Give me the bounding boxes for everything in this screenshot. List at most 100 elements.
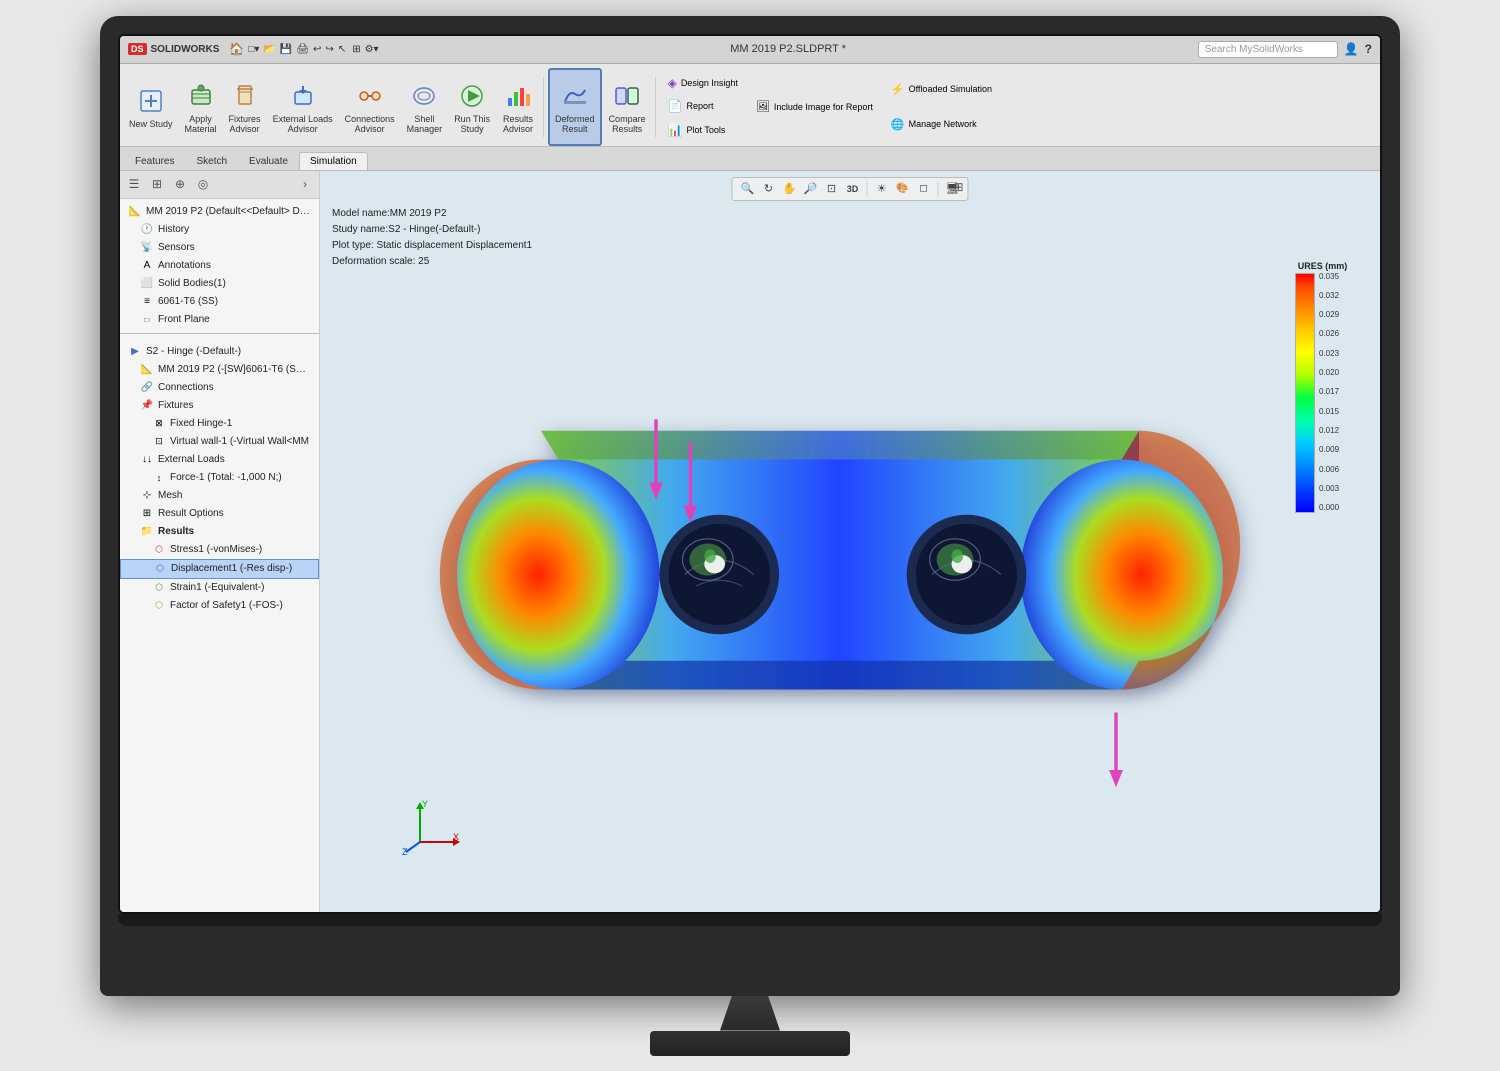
compare-results-icon (611, 80, 643, 112)
manage-network-label: Manage Network (909, 119, 977, 129)
home-icon[interactable]: 🏠 (229, 42, 244, 56)
tree-item-front-plane[interactable]: ▭ Front Plane (120, 311, 319, 329)
tab-simulation[interactable]: Simulation (299, 152, 368, 170)
tab-evaluate[interactable]: Evaluate (238, 152, 299, 170)
ribbon-main: New Study (120, 64, 1380, 146)
tree-label-displacement: Displacement1 (-Res disp-) (171, 563, 292, 574)
viewport[interactable]: 🔍 ↻ ✋ 🔎 ⊡ 3D ☀ 🎨 ◻ 🖥 ⊞ (320, 171, 1380, 912)
force-tree-icon: ↕ (152, 471, 166, 485)
tree-item-history[interactable]: 🕐 History (120, 221, 319, 239)
tree-item-fixtures[interactable]: 📌 Fixtures (120, 397, 319, 415)
report-button[interactable]: 📄 Report (664, 97, 742, 115)
tree-item-sensors[interactable]: 📡 Sensors (120, 239, 319, 257)
vp-fit-btn[interactable]: ⊡ (823, 180, 841, 198)
monitor-outer: DS SOLIDWORKS 🏠 □▾ 📂 💾 🖨 ↩ ↪ ↖ ⊞ ⚙▾ MM (100, 16, 1400, 996)
tree-item-fos[interactable]: ⬡ Factor of Safety1 (-FOS-) (120, 597, 319, 615)
tree-item-part[interactable]: 📐 MM 2019 P2 (-[SW]6061-T6 (SS)-) (120, 361, 319, 379)
connections-advisor-button[interactable]: ConnectionsAdvisor (340, 68, 400, 146)
offloaded-sim-icon: ⚡ (891, 83, 905, 96)
results-advisor-icon (502, 80, 534, 112)
vp-pan-btn[interactable]: ✋ (781, 180, 799, 198)
panel-list-view-btn[interactable]: ☰ (124, 174, 144, 194)
vp-sep (867, 182, 868, 196)
open-icon[interactable]: 📂 (263, 44, 275, 55)
print-icon[interactable]: 🖨 (296, 44, 309, 55)
tree-item-model[interactable]: 📐 MM 2019 P2 (Default<<Default> Disp (120, 203, 319, 221)
plane-icon: ▭ (140, 313, 154, 327)
part2-icon: 📐 (140, 363, 154, 377)
compare-results-button[interactable]: CompareResults (604, 68, 651, 146)
viewport-toolbar: 🔍 ↻ ✋ 🔎 ⊡ 3D ☀ 🎨 ◻ 🖥 ⊞ (732, 177, 969, 201)
model-name: Model name:MM 2019 P2 (332, 206, 532, 222)
tree-item-strain[interactable]: ⬡ Strain1 (-Equivalent-) (120, 579, 319, 597)
include-image-label: Include Image for Report (774, 102, 873, 112)
new-study-label: New Study (129, 119, 173, 129)
save-icon[interactable]: 💾 (280, 44, 292, 55)
search-box[interactable]: Search MySolidWorks (1198, 41, 1338, 58)
tree-item-force[interactable]: ↕ Force-1 (Total: -1,000 N;) (120, 469, 319, 487)
vp-expand-btn[interactable]: ⊞ (953, 180, 963, 194)
tree-panel: 📐 MM 2019 P2 (Default<<Default> Disp 🕐 H… (120, 199, 319, 912)
shell-manager-button[interactable]: ShellManager (402, 68, 448, 146)
tree-item-study[interactable]: ▶ S2 - Hinge (-Default-) (120, 343, 319, 361)
panel-target-btn[interactable]: ◎ (193, 174, 213, 194)
tree-item-stress[interactable]: ⬡ Stress1 (-vonMises-) (120, 541, 319, 559)
tab-sketch[interactable]: Sketch (185, 152, 238, 170)
new-study-button[interactable]: New Study (124, 68, 178, 146)
vp-light-btn[interactable]: ☀ (873, 180, 891, 198)
shell-manager-icon (408, 80, 440, 112)
tree-item-mesh[interactable]: ⊹ Mesh (120, 487, 319, 505)
undo-icon[interactable]: ↩ (313, 44, 321, 55)
design-insight-button[interactable]: ◈ Design Insight (664, 74, 742, 92)
vp-color-btn[interactable]: 🎨 (894, 180, 912, 198)
vp-zoom-btn[interactable]: 🔎 (802, 180, 820, 198)
help-icon[interactable]: ? (1365, 42, 1372, 56)
vp-rotate-btn[interactable]: ↻ (760, 180, 778, 198)
panel-toolbar: ☰ ⊞ ⊕ ◎ › (120, 171, 319, 199)
result-options-tree-icon: ⊞ (140, 507, 154, 521)
displacement-tree-icon: ⬡ (153, 562, 167, 576)
user-icon[interactable]: 👤 (1344, 42, 1359, 56)
run-study-button[interactable]: Run ThisStudy (449, 68, 495, 146)
grid-icon[interactable]: ⊞ (352, 44, 360, 55)
plot-tools-button[interactable]: 📊 Plot Tools (664, 121, 742, 139)
vp-search-btn[interactable]: 🔍 (739, 180, 757, 198)
settings-icon[interactable]: ⚙▾ (365, 44, 379, 55)
tree-item-virtual-wall[interactable]: ⊡ Virtual wall-1 (-Virtual Wall<MM (120, 433, 319, 451)
tree-item-displacement[interactable]: ⬡ Displacement1 (-Res disp-) (120, 559, 319, 579)
results-advisor-button[interactable]: ResultsAdvisor (497, 68, 539, 146)
legend-gradient (1295, 273, 1315, 513)
tree-item-fixed-hinge[interactable]: ⊠ Fixed Hinge-1 (120, 415, 319, 433)
tree-item-result-options[interactable]: ⊞ Result Options (120, 505, 319, 523)
manage-network-button[interactable]: 🌐 Manage Network (887, 116, 996, 133)
new-icon[interactable]: □▾ (248, 44, 259, 55)
tree-item-external-loads[interactable]: ↓↓ External Loads (120, 451, 319, 469)
tree-label-fixtures: Fixtures (158, 400, 194, 411)
tree-label-front-plane: Front Plane (158, 314, 210, 325)
offloaded-sim-button[interactable]: ⚡ Offloaded Simulation (887, 81, 996, 98)
tree-item-connections[interactable]: 🔗 Connections (120, 379, 319, 397)
redo-icon[interactable]: ↪ (325, 44, 333, 55)
tab-features[interactable]: Features (124, 152, 185, 170)
fos-tree-icon: ⬡ (152, 599, 166, 613)
title-bar-center: MM 2019 P2.SLDPRT * (379, 43, 1198, 55)
external-loads-button[interactable]: External LoadsAdvisor (268, 68, 338, 146)
tree-item-solid-bodies[interactable]: ⬜ Solid Bodies(1) (120, 275, 319, 293)
cursor-icon[interactable]: ↖ (338, 44, 346, 55)
panel-expand-btn[interactable]: › (295, 174, 315, 194)
plot-type: Plot type: Static displacement Displacem… (332, 238, 532, 254)
panel-grid-view-btn[interactable]: ⊞ (147, 174, 167, 194)
title-bar: DS SOLIDWORKS 🏠 □▾ 📂 💾 🖨 ↩ ↪ ↖ ⊞ ⚙▾ MM (120, 36, 1380, 64)
deformed-result-label: DeformedResult (555, 114, 595, 134)
legend-val-9: 0.009 (1319, 446, 1339, 454)
tree-item-annotations[interactable]: A Annotations (120, 257, 319, 275)
fixtures-advisor-button[interactable]: FixturesAdvisor (224, 68, 266, 146)
deformed-result-button[interactable]: DeformedResult (548, 68, 602, 146)
apply-material-button[interactable]: ApplyMaterial (180, 68, 222, 146)
vp-display-btn[interactable]: ◻ (915, 180, 933, 198)
panel-crosshair-btn[interactable]: ⊕ (170, 174, 190, 194)
tree-item-results[interactable]: 📁 Results (120, 523, 319, 541)
tree-item-material[interactable]: ≡ 6061-T6 (SS) (120, 293, 319, 311)
vp-3d-btn[interactable]: 3D (844, 180, 862, 198)
include-image-button[interactable]: 🖼 Include Image for Report (752, 98, 877, 115)
